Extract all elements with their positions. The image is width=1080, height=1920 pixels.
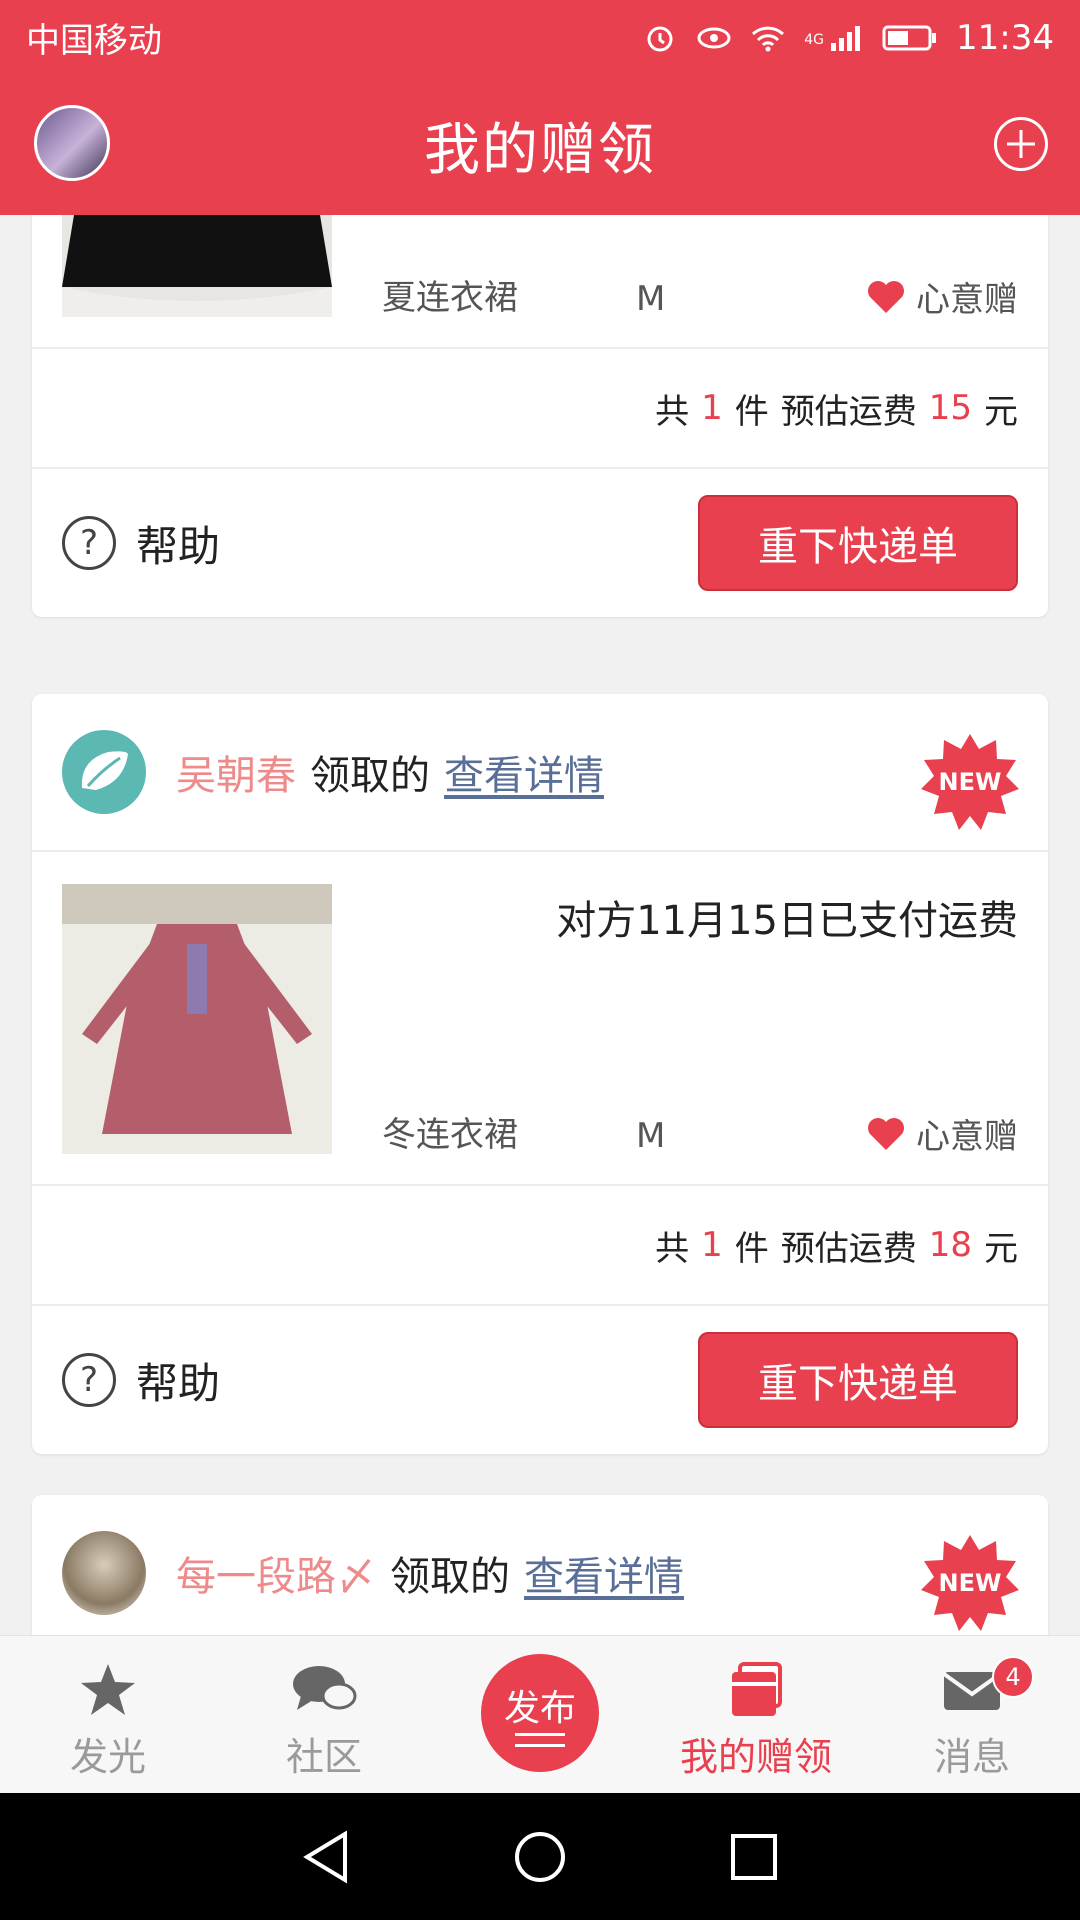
nav-label: 我的赠领 <box>679 1735 832 1779</box>
bottom-nav: 发光 社区 发布 我的赠领 4 消息 <box>0 1635 1080 1793</box>
nav-label: 消息 <box>933 1735 1010 1779</box>
item-image[interactable] <box>62 884 332 1154</box>
status-bar: 中国移动 4G 11:34 <box>0 0 1080 75</box>
action-row: ? 帮助 重下快递单 <box>32 1306 1048 1454</box>
gift-type-label: 心意赠 <box>916 280 1018 320</box>
new-badge: NEW <box>920 732 1020 832</box>
star-icon <box>81 1664 135 1715</box>
action-row: ? 帮助 重下快递单 <box>32 469 1048 617</box>
publish-icon <box>515 1733 565 1747</box>
pink-dress-image <box>62 884 332 1154</box>
item-count: 1 <box>701 388 723 428</box>
shipping-fee: 15 <box>928 388 972 428</box>
gift-type-label: 心意赠 <box>916 1117 1018 1157</box>
new-badge-label: NEW <box>938 768 1002 796</box>
app-header: 我的赠领 <box>0 75 1080 215</box>
gift-card: 吴朝春 领取的 查看详情 NEW 对方11月15日已支付运费 冬连衣裙 M 心意… <box>32 694 1048 1454</box>
user-avatar[interactable] <box>34 105 110 181</box>
fee-label: 预估运费 <box>780 1228 917 1269</box>
payment-status: 对方11月15日已支付运费 <box>556 898 1018 944</box>
item-size: M <box>636 1116 666 1156</box>
help-icon: ? <box>62 1353 116 1407</box>
card-header: 每一段路〆 领取的 查看详情 NEW <box>32 1495 1048 1635</box>
help-label: 帮助 <box>136 521 221 571</box>
publish-button[interactable]: 发布 <box>481 1654 599 1772</box>
count-unit: 件 <box>734 1228 769 1269</box>
status-icons: 4G 11:34 <box>642 18 1054 58</box>
gift-box-icon <box>732 1662 782 1716</box>
card-header: 吴朝春 领取的 查看详情 NEW <box>32 694 1048 852</box>
home-icon[interactable] <box>513 1830 567 1884</box>
back-icon[interactable] <box>301 1829 351 1884</box>
reorder-shipping-button[interactable]: 重下快递单 <box>698 495 1018 591</box>
help-button[interactable]: ? 帮助 <box>62 1350 220 1411</box>
clock: 11:34 <box>956 17 1054 58</box>
fee-unit: 元 <box>984 1228 1018 1269</box>
recents-icon[interactable] <box>729 1832 779 1882</box>
unread-badge: 4 <box>992 1656 1034 1698</box>
publish-label: 发布 <box>503 1688 576 1729</box>
new-badge-label: NEW <box>938 1569 1002 1597</box>
black-dress-image <box>62 215 332 317</box>
gift-card: 夏连衣裙 M 心意赠 共 1 件 预估运费 15 元 ? 帮助 重下快递单 <box>32 215 1048 617</box>
summary-prefix: 共 <box>655 1228 690 1269</box>
wifi-icon <box>752 26 785 51</box>
count-unit: 件 <box>734 391 769 432</box>
view-details-link[interactable]: 查看详情 <box>444 743 604 801</box>
summary-row: 共 1 件 预估运费 18 元 <box>32 1186 1048 1306</box>
item-name: 冬连衣裙 <box>382 1115 518 1155</box>
receiver-name[interactable]: 吴朝春 <box>176 743 296 801</box>
receiver-name[interactable]: 每一段路〆 <box>176 1544 376 1602</box>
receiver-avatar[interactable] <box>62 1531 146 1615</box>
nav-label: 发光 <box>69 1735 146 1779</box>
help-label: 帮助 <box>136 1358 221 1408</box>
reorder-shipping-button[interactable]: 重下快递单 <box>698 1332 1018 1428</box>
battery-icon <box>882 25 937 50</box>
fee-label: 预估运费 <box>780 391 917 432</box>
nav-item-community[interactable]: 社区 <box>216 1636 432 1793</box>
new-badge: NEW <box>920 1533 1020 1633</box>
system-nav-bar <box>0 1793 1080 1920</box>
carrier-label: 中国移动 <box>26 21 162 61</box>
page-title: 我的赠领 <box>424 117 656 183</box>
card-header-text: 每一段路〆 领取的 查看详情 <box>176 1544 684 1602</box>
card-header-text: 吴朝春 领取的 查看详情 <box>176 743 604 801</box>
nav-item-publish[interactable]: 发布 <box>432 1636 648 1793</box>
gift-type: 心意赠 <box>866 272 1018 321</box>
signal-icon <box>831 25 861 51</box>
chat-bubbles-icon <box>293 1666 357 1710</box>
summary-row: 共 1 件 预估运费 15 元 <box>32 349 1048 469</box>
nav-label: 社区 <box>285 1735 362 1779</box>
gift-card: 每一段路〆 领取的 查看详情 NEW <box>32 1495 1048 1635</box>
header-action: 领取的 <box>390 1554 510 1600</box>
item-row[interactable]: 夏连衣裙 M 心意赠 <box>32 215 1048 349</box>
add-button[interactable] <box>994 117 1048 171</box>
eye-icon <box>697 27 731 48</box>
leaf-icon <box>81 751 128 790</box>
item-size: M <box>636 279 666 319</box>
network-type: 4G <box>804 31 825 48</box>
fee-unit: 元 <box>984 391 1018 432</box>
gift-type: 心意赠 <box>866 1109 1018 1158</box>
heart-icon <box>868 280 904 313</box>
nav-item-glow[interactable]: 发光 <box>0 1636 216 1793</box>
nav-item-messages[interactable]: 4 消息 <box>864 1636 1080 1793</box>
view-details-link[interactable]: 查看详情 <box>524 1544 684 1602</box>
gift-list[interactable]: 夏连衣裙 M 心意赠 共 1 件 预估运费 15 元 ? 帮助 重下快递单 吴朝… <box>0 215 1080 1635</box>
help-icon: ? <box>62 516 116 570</box>
item-image[interactable] <box>62 215 332 317</box>
summary-prefix: 共 <box>655 391 690 432</box>
help-button[interactable]: ? 帮助 <box>62 513 220 574</box>
heart-icon <box>868 1117 904 1150</box>
shipping-fee: 18 <box>928 1225 972 1265</box>
nav-item-my-gifts[interactable]: 我的赠领 <box>648 1636 864 1793</box>
alarm-icon <box>647 26 673 51</box>
item-row[interactable]: 对方11月15日已支付运费 冬连衣裙 M 心意赠 <box>32 852 1048 1186</box>
item-count: 1 <box>701 1225 723 1265</box>
receiver-avatar[interactable] <box>62 730 146 814</box>
item-name: 夏连衣裙 <box>382 278 518 318</box>
header-action: 领取的 <box>310 753 430 799</box>
